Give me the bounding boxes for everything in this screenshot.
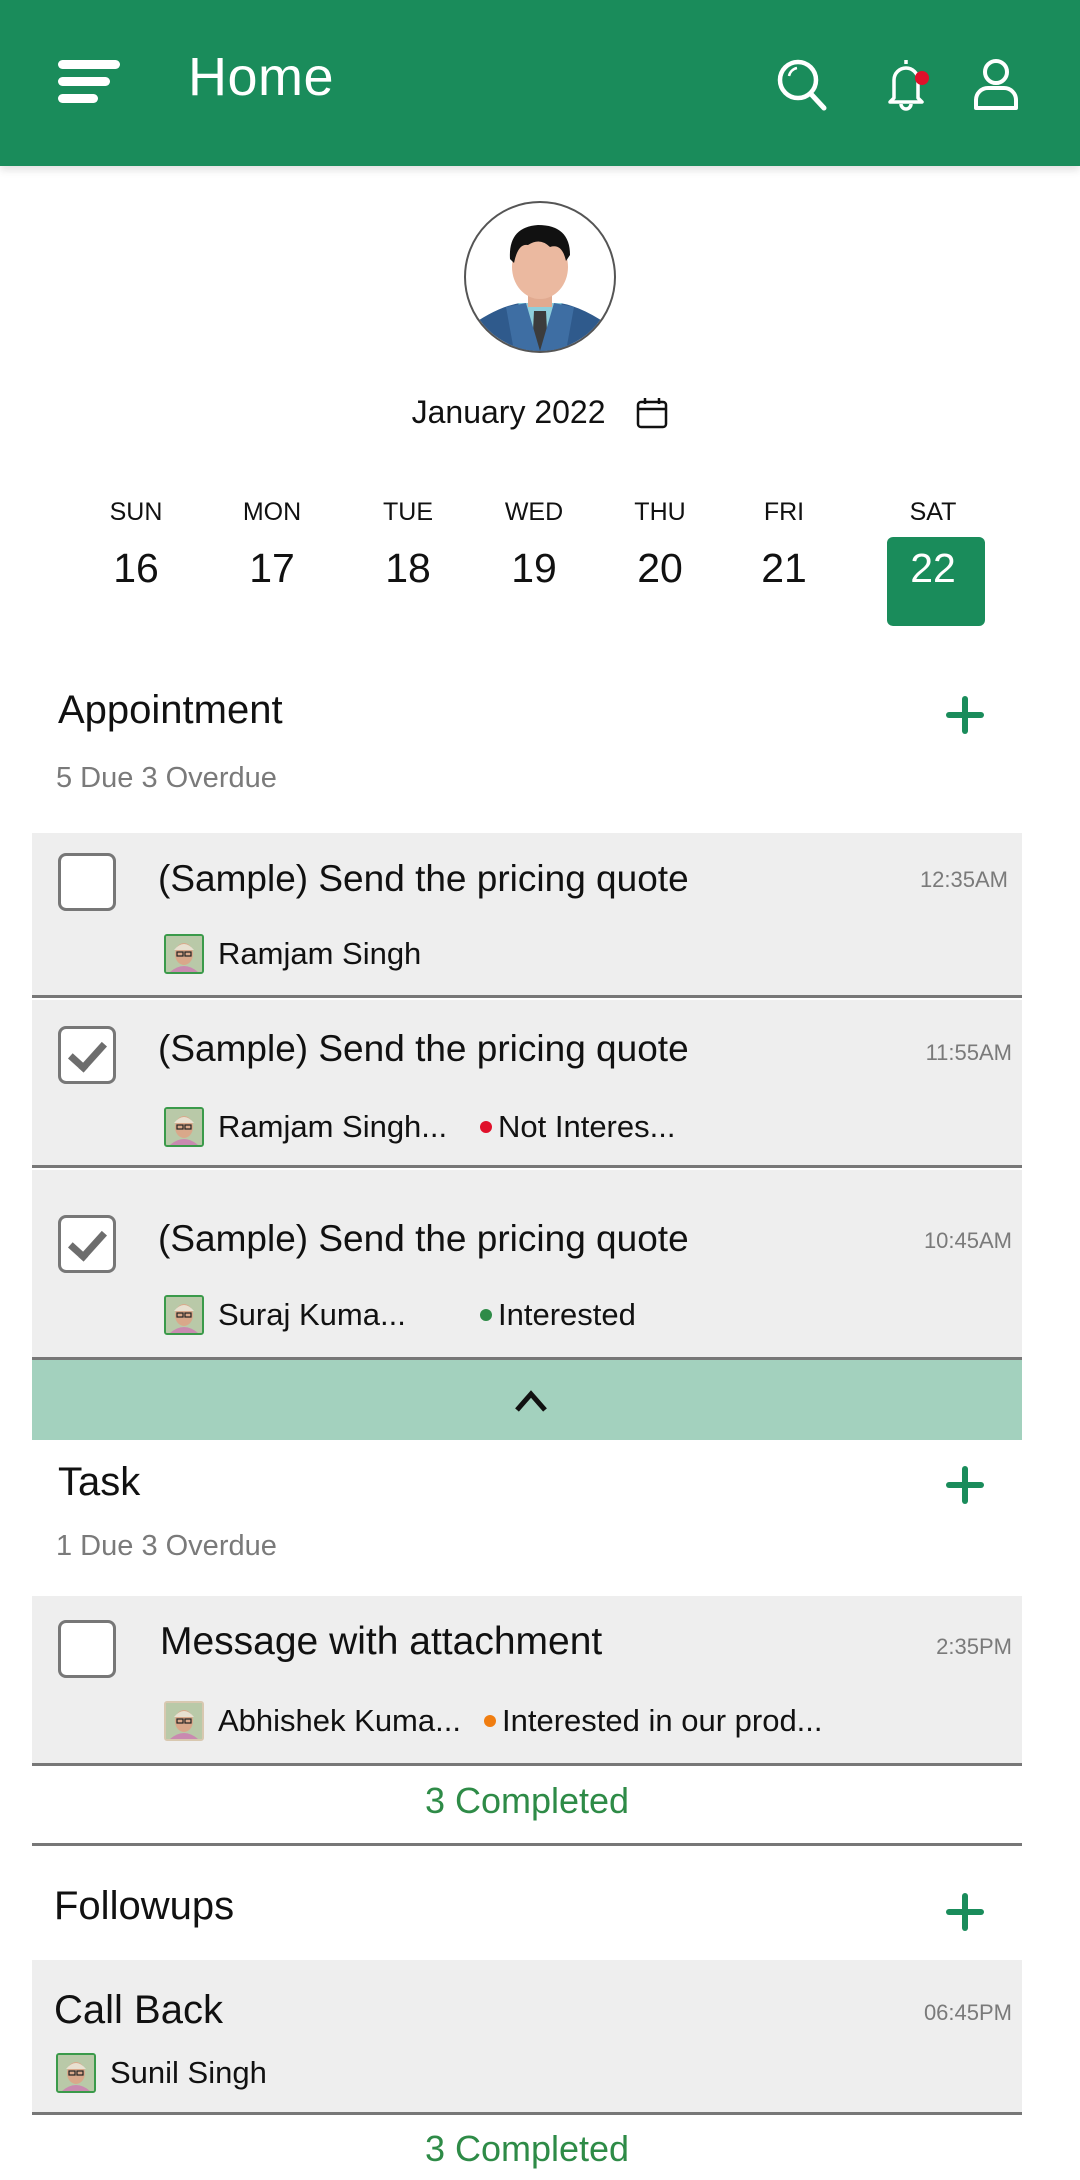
item-checkbox[interactable] bbox=[58, 1620, 116, 1678]
contact-avatar bbox=[164, 934, 204, 974]
item-time: 10:45AM bbox=[923, 1228, 1012, 1253]
profile-avatar[interactable] bbox=[464, 201, 616, 353]
item-contact: Abhishek Kuma... Interested in our prod.… bbox=[164, 1700, 823, 1742]
lead-status: Not Interes... bbox=[480, 1109, 675, 1145]
user-icon[interactable] bbox=[966, 54, 1026, 114]
app-bar: Home bbox=[0, 0, 1080, 166]
day-sat-selected[interactable]: SAT 22 bbox=[883, 494, 985, 626]
followups-completed-link[interactable]: 3 Completed bbox=[32, 2128, 1022, 2170]
contact-avatar bbox=[56, 2053, 96, 2093]
status-dot bbox=[480, 1121, 492, 1133]
item-time: 06:45PM bbox=[923, 2000, 1012, 2025]
appointment-item[interactable]: (Sample) Send the pricing quote 10:45AM … bbox=[32, 1170, 1022, 1360]
contact-avatar bbox=[164, 1107, 204, 1147]
lead-status: Interested in our prod... bbox=[484, 1703, 823, 1739]
chevron-up-icon bbox=[515, 1390, 547, 1412]
task-item[interactable]: Message with attachment 2:35PM Abhishek … bbox=[32, 1596, 1022, 1766]
item-title: (Sample) Send the pricing quote bbox=[158, 1028, 689, 1069]
lead-status: Interested bbox=[480, 1297, 636, 1333]
contact-avatar bbox=[164, 1295, 204, 1335]
task-completed-link[interactable]: 3 Completed bbox=[32, 1780, 1022, 1822]
day-fri[interactable]: FRI 21 bbox=[734, 494, 834, 624]
item-title: (Sample) Send the pricing quote bbox=[158, 1218, 689, 1259]
divider bbox=[32, 1843, 1022, 1846]
appointment-title: Appointment bbox=[58, 688, 283, 732]
item-title: Message with attachment bbox=[160, 1620, 603, 1663]
day-mon[interactable]: MON 17 bbox=[222, 494, 322, 624]
item-title: (Sample) Send the pricing quote bbox=[158, 858, 689, 899]
notification-dot bbox=[915, 71, 929, 85]
day-sun[interactable]: SUN 16 bbox=[86, 494, 186, 624]
menu-icon[interactable] bbox=[58, 58, 122, 104]
contact-avatar bbox=[164, 1701, 204, 1741]
contact-name: Abhishek Kuma... bbox=[218, 1703, 461, 1738]
followup-item[interactable]: Call Back 06:45PM Sunil Singh bbox=[32, 1960, 1022, 2115]
item-time: 2:35PM bbox=[936, 1634, 1012, 1659]
calendar-icon[interactable] bbox=[636, 397, 668, 429]
contact-name: Sunil Singh bbox=[110, 2055, 267, 2090]
page-title: Home bbox=[188, 47, 335, 107]
contact-name: Suraj Kuma... bbox=[218, 1297, 406, 1332]
appointment-item[interactable]: (Sample) Send the pricing quote 12:35AM … bbox=[32, 833, 1022, 998]
appointment-item[interactable]: (Sample) Send the pricing quote 11:55AM … bbox=[32, 1000, 1022, 1168]
month-selector[interactable]: January 2022 bbox=[0, 392, 1080, 431]
item-checkbox[interactable] bbox=[58, 853, 116, 911]
item-contact: Ramjam Singh... Not Interes... bbox=[164, 1106, 675, 1148]
item-contact: Ramjam Singh bbox=[164, 933, 421, 975]
week-strip: SUN 16 MON 17 TUE 18 WED 19 THU 20 FRI 21 SAT 2… bbox=[0, 494, 1080, 634]
item-checkbox-checked[interactable] bbox=[58, 1026, 116, 1084]
add-followup-button[interactable] bbox=[944, 1891, 986, 1933]
status-dot bbox=[484, 1715, 496, 1727]
task-title: Task bbox=[58, 1460, 141, 1504]
day-wed[interactable]: WED 19 bbox=[484, 494, 584, 624]
search-icon[interactable] bbox=[772, 54, 832, 114]
item-contact: Suraj Kuma... Interested bbox=[164, 1294, 636, 1336]
followups-title: Followups bbox=[54, 1884, 235, 1928]
item-time: 12:35AM bbox=[919, 867, 1008, 892]
contact-name: Ramjam Singh... bbox=[218, 1109, 448, 1144]
collapse-appointments-button[interactable] bbox=[32, 1360, 1022, 1440]
add-task-button[interactable] bbox=[944, 1464, 986, 1506]
day-tue[interactable]: TUE 18 bbox=[358, 494, 458, 624]
day-thu[interactable]: THU 20 bbox=[610, 494, 710, 624]
task-summary: 1 Due 3 Overdue bbox=[56, 1530, 277, 1562]
item-checkbox-checked[interactable] bbox=[58, 1215, 116, 1273]
item-contact: Sunil Singh bbox=[56, 2052, 267, 2094]
item-time: 11:55AM bbox=[925, 1040, 1012, 1065]
bell-icon[interactable] bbox=[876, 54, 936, 114]
status-dot bbox=[480, 1309, 492, 1321]
item-title: Call Back bbox=[54, 1988, 223, 2032]
month-label: January 2022 bbox=[411, 394, 606, 431]
contact-name: Ramjam Singh bbox=[218, 936, 422, 971]
appointment-summary: 5 Due 3 Overdue bbox=[56, 762, 277, 794]
add-appointment-button[interactable] bbox=[944, 694, 986, 736]
